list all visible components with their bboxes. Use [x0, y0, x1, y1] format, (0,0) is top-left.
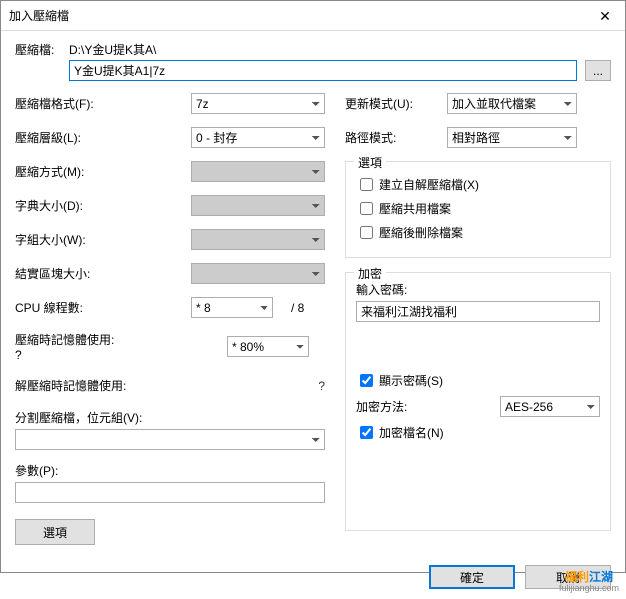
delafter-checkbox[interactable]: 壓縮後刪除檔案: [356, 223, 600, 242]
threads-label: CPU 線程數:: [15, 299, 191, 316]
method-select[interactable]: [191, 161, 325, 182]
options-button[interactable]: 選項: [15, 519, 95, 545]
pathmode-label: 路徑模式:: [345, 129, 447, 146]
dict-label: 字典大小(D):: [15, 197, 191, 214]
block-label: 結實區塊大小:: [15, 265, 191, 282]
archive-path-text: D:\Y金U提K其A\: [69, 41, 611, 58]
threads-select[interactable]: * 8: [191, 297, 273, 318]
encrypt-legend: 加密: [354, 265, 386, 282]
password-label: 輸入密碼:: [356, 281, 600, 298]
encnames-checkbox[interactable]: 加密檔名(N): [356, 423, 600, 442]
encmethod-label: 加密方法:: [356, 398, 500, 415]
close-icon[interactable]: ✕: [585, 1, 625, 31]
archive-row: 壓縮檔: D:\Y金U提K其A\ Y金U提K其A1|7z ...: [15, 41, 611, 81]
split-label: 分割壓縮檔，位元組(V):: [15, 409, 325, 426]
dict-select[interactable]: [191, 195, 325, 216]
memd-value: ?: [318, 379, 325, 393]
encmethod-select[interactable]: AES-256: [500, 396, 600, 417]
format-select[interactable]: 7z: [191, 93, 325, 114]
pathmode-select[interactable]: 相對路徑: [447, 127, 577, 148]
format-label: 壓縮檔格式(F):: [15, 95, 191, 112]
content: 壓縮檔: D:\Y金U提K其A\ Y金U提K其A1|7z ... 壓縮檔格式(F…: [1, 31, 625, 555]
button-bar: 確定 取消 福利江湖 fulijianghu.com: [1, 555, 625, 599]
titlebar: 加入壓縮檔 ✕: [1, 1, 625, 31]
window-title: 加入壓縮檔: [9, 7, 69, 24]
block-select[interactable]: [191, 263, 325, 284]
level-select[interactable]: 0 - 封存: [191, 127, 325, 148]
params-label: 參數(P):: [15, 462, 325, 479]
threads-total: / 8: [291, 301, 304, 315]
ok-button[interactable]: 確定: [429, 565, 515, 589]
archive-label: 壓縮檔:: [15, 41, 69, 58]
word-select[interactable]: [191, 229, 325, 250]
word-label: 字組大小(W):: [15, 231, 191, 248]
update-select[interactable]: 加入並取代檔案: [447, 93, 577, 114]
password-input[interactable]: [356, 301, 600, 322]
options-legend: 選項: [354, 154, 386, 171]
sfx-checkbox[interactable]: 建立自解壓縮檔(X): [356, 175, 600, 194]
archive-name-combo[interactable]: Y金U提K其A1|7z: [69, 60, 577, 81]
update-label: 更新模式(U):: [345, 95, 447, 112]
split-select[interactable]: [15, 429, 325, 450]
showpwd-checkbox[interactable]: 顯示密碼(S): [356, 371, 600, 390]
memd-label: 解壓縮時記憶體使用:: [15, 377, 191, 394]
options-fieldset: 選項 建立自解壓縮檔(X) 壓縮共用檔案 壓縮後刪除檔案: [345, 161, 611, 258]
params-input[interactable]: [15, 482, 325, 503]
method-label: 壓縮方式(M):: [15, 163, 191, 180]
shared-checkbox[interactable]: 壓縮共用檔案: [356, 199, 600, 218]
level-label: 壓縮層級(L):: [15, 129, 191, 146]
memc-label: 壓縮時記憶體使用:?: [15, 331, 191, 362]
watermark: 福利江湖 fulijianghu.com: [559, 566, 619, 593]
encrypt-fieldset: 加密 輸入密碼: 顯示密碼(S) 加密方法:AES-256 加密檔名(N): [345, 272, 611, 531]
browse-button[interactable]: ...: [585, 60, 611, 81]
memc-select[interactable]: * 80%: [227, 336, 309, 357]
